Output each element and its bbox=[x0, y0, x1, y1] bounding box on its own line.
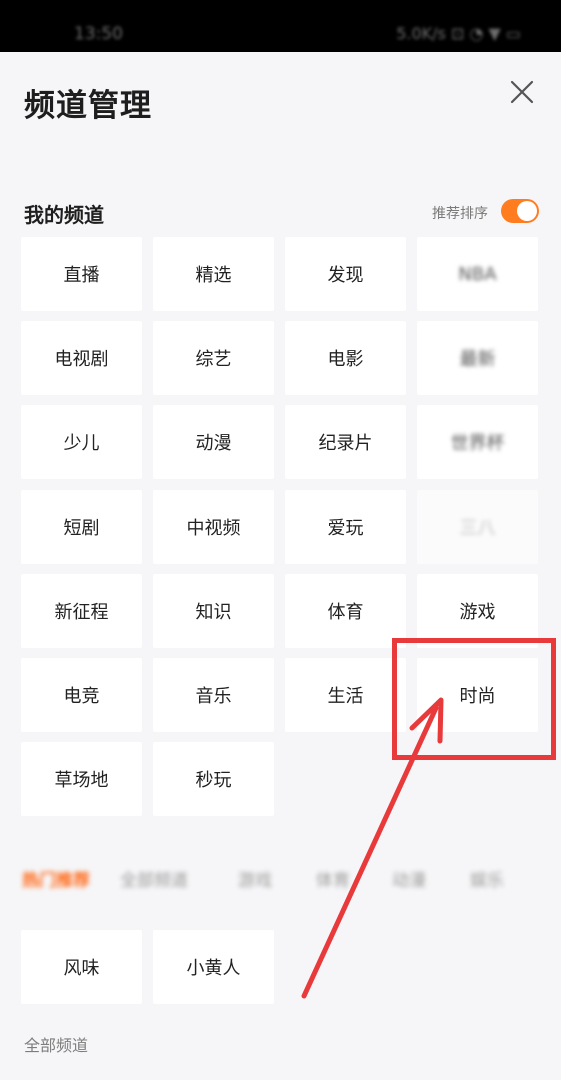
category-tab[interactable]: 娱乐 bbox=[470, 866, 504, 891]
channel-tile[interactable]: 游戏 bbox=[417, 574, 538, 648]
channel-tile[interactable]: 综艺 bbox=[153, 321, 274, 395]
channel-tile[interactable]: 电影 bbox=[285, 321, 406, 395]
recommended-channel-tile[interactable]: 风味 bbox=[21, 930, 142, 1004]
all-channels-label: 全部频道 bbox=[24, 1036, 89, 1055]
channel-tile[interactable]: 动漫 bbox=[153, 405, 274, 479]
channel-tile[interactable]: 新征程 bbox=[21, 574, 142, 648]
category-tab[interactable]: 热门推荐 bbox=[22, 866, 90, 891]
sort-label: 推荐排序 bbox=[432, 206, 488, 222]
toggle-knob bbox=[517, 201, 537, 221]
category-tab[interactable]: 动漫 bbox=[392, 866, 426, 891]
channel-tile[interactable]: 爱玩 bbox=[285, 490, 406, 564]
channel-tile[interactable]: 纪录片 bbox=[285, 405, 406, 479]
channel-tile[interactable]: 发现 bbox=[285, 237, 406, 311]
channel-tile[interactable]: 秒玩 bbox=[153, 742, 274, 816]
recommended-channel-tile[interactable]: 小黄人 bbox=[153, 930, 274, 1004]
my-channels-title: 我的频道 bbox=[24, 203, 104, 227]
channel-tile[interactable]: 草场地 bbox=[21, 742, 142, 816]
status-bar: 13:50 5.0K/s ⊡ ◔ ▼ ▭ bbox=[0, 0, 561, 52]
channel-tile[interactable]: 体育 bbox=[285, 574, 406, 648]
status-icons: 5.0K/s ⊡ ◔ ▼ ▭ bbox=[396, 24, 521, 43]
highlight-box bbox=[392, 638, 556, 760]
status-time: 13:50 bbox=[74, 24, 123, 44]
channel-tile[interactable]: 短剧 bbox=[21, 490, 142, 564]
category-tab[interactable]: 全部频道 bbox=[120, 866, 188, 891]
channel-tile[interactable]: 中视频 bbox=[153, 490, 274, 564]
channel-tile[interactable]: 电竞 bbox=[21, 658, 142, 732]
channel-tile[interactable]: NBA bbox=[417, 237, 538, 311]
close-button[interactable] bbox=[500, 70, 544, 114]
close-icon bbox=[510, 80, 534, 104]
channel-tile[interactable]: 少儿 bbox=[21, 405, 142, 479]
sort-toggle[interactable] bbox=[501, 199, 539, 223]
channel-tile[interactable]: 三八 bbox=[417, 490, 538, 564]
page-title: 频道管理 bbox=[24, 88, 152, 124]
channel-tile[interactable]: 精选 bbox=[153, 237, 274, 311]
channel-tile[interactable]: 世界杯 bbox=[417, 405, 538, 479]
channel-tile[interactable]: 知识 bbox=[153, 574, 274, 648]
channel-tile[interactable]: 音乐 bbox=[153, 658, 274, 732]
channel-tile[interactable]: 生活 bbox=[285, 658, 406, 732]
category-tab[interactable]: 游戏 bbox=[238, 866, 272, 891]
category-tab[interactable]: 体育 bbox=[316, 866, 350, 891]
channel-tile[interactable]: 电视剧 bbox=[21, 321, 142, 395]
channel-tile[interactable]: 直播 bbox=[21, 237, 142, 311]
channel-tile[interactable]: 最新 bbox=[417, 321, 538, 395]
